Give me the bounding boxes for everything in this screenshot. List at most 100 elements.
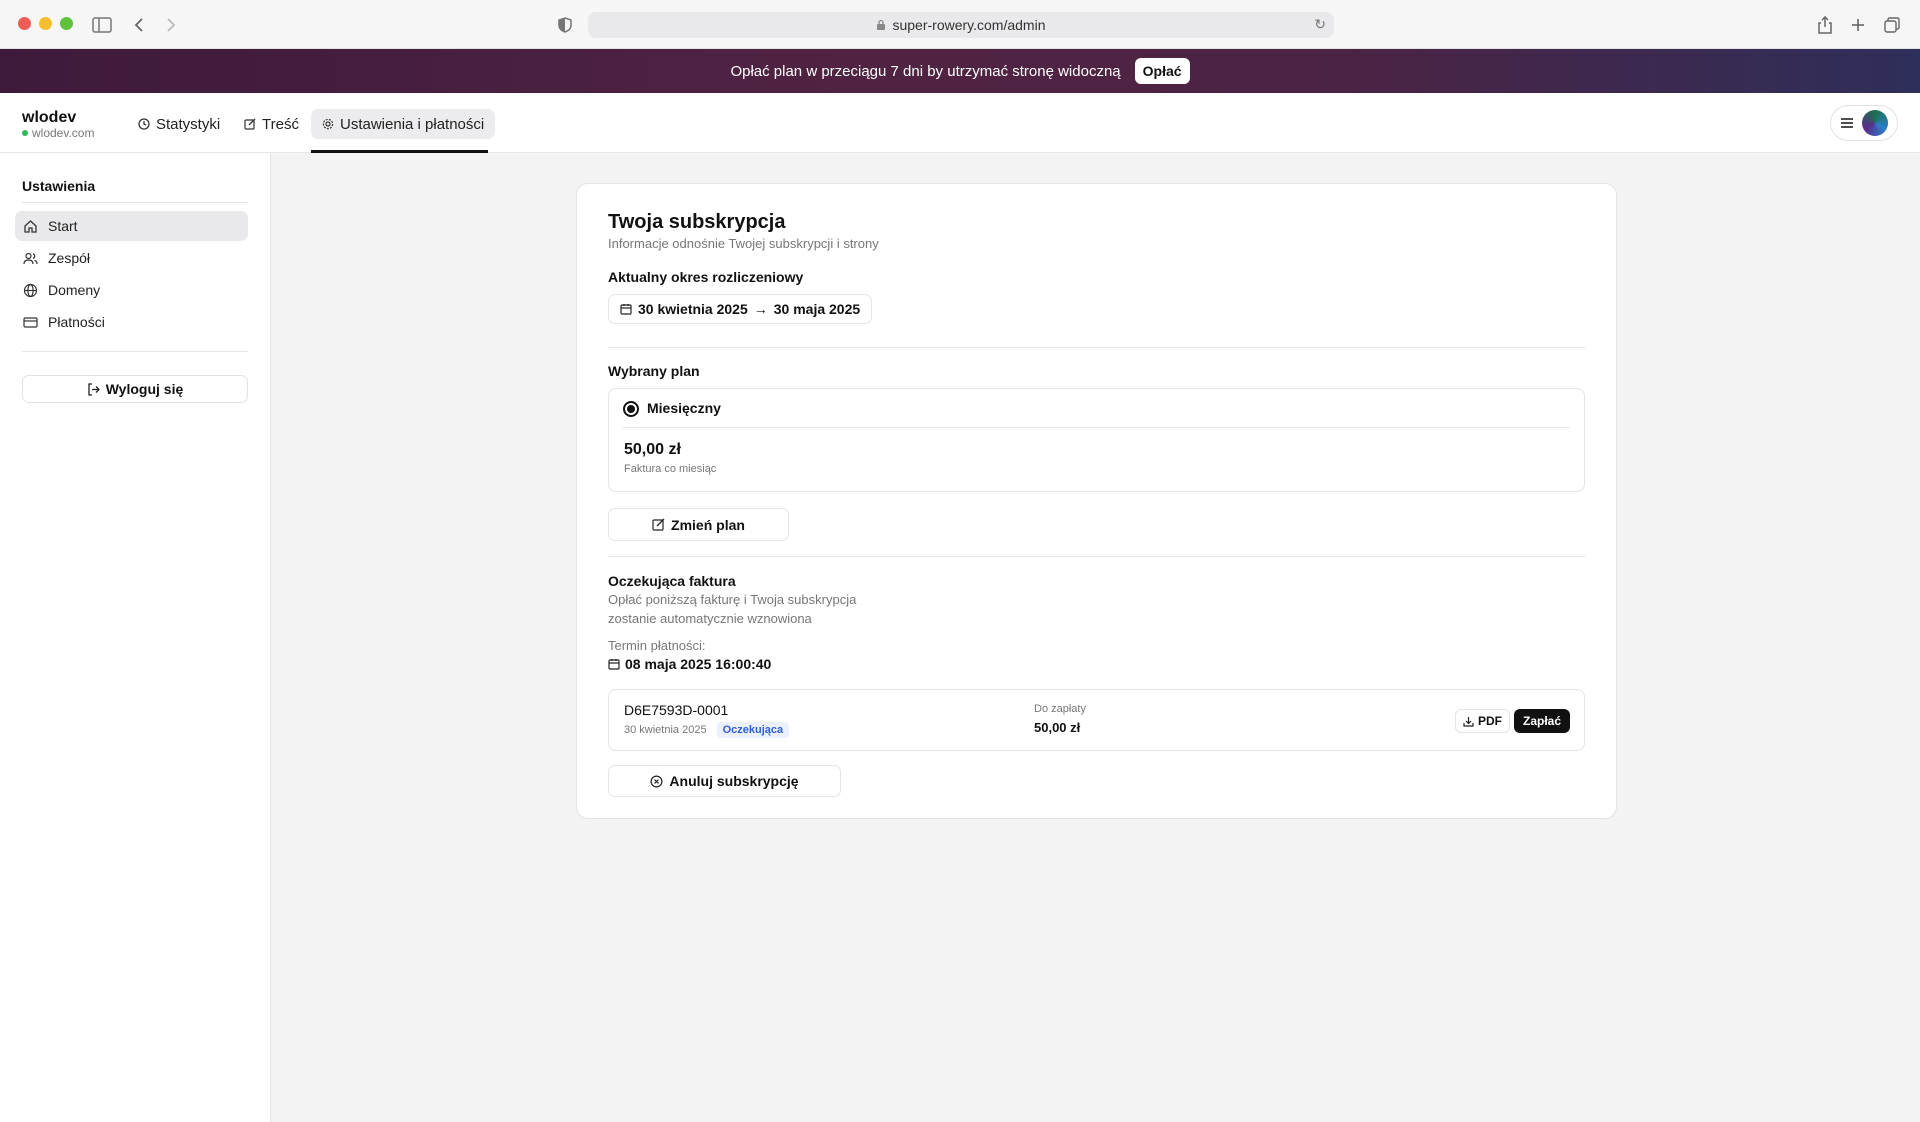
sidebar-divider [22, 202, 248, 203]
home-icon [24, 219, 37, 233]
tab-label: Statystyki [156, 115, 221, 133]
address-bar[interactable]: super-rowery.com/admin ↻ [588, 12, 1334, 38]
sidebar-heading: Ustawienia [22, 178, 96, 194]
sidebar-divider [22, 351, 248, 352]
sidebar-item-label: Start [48, 218, 78, 234]
plan-option[interactable]: Miesięczny 50,00 zł Faktura co miesiąc [608, 388, 1585, 492]
window-controls [18, 17, 73, 30]
plan-divider [623, 427, 1570, 428]
tab-overview-icon[interactable] [1880, 13, 1904, 37]
download-icon [1463, 716, 1474, 727]
users-icon [23, 252, 38, 264]
download-pdf-button[interactable]: PDF [1455, 709, 1510, 733]
amount-due: 50,00 zł [1034, 720, 1081, 735]
user-menu-button[interactable] [1830, 105, 1898, 141]
period-start: 30 kwietnia 2025 [638, 301, 748, 317]
settings-sidebar: Ustawienia Start Zespół Domeny Płatności… [0, 153, 271, 1122]
arrow-right-icon: → [753, 301, 768, 317]
forward-icon[interactable] [159, 13, 183, 37]
plan-radio-selected[interactable] [623, 401, 639, 417]
change-plan-label: Zmień plan [671, 516, 745, 533]
cancel-subscription-label: Anuluj subskrypcję [669, 773, 799, 789]
due-date-value: 08 maja 2025 16:00:40 [625, 656, 772, 672]
pdf-label: PDF [1478, 714, 1502, 728]
tab-label: Ustawienia i płatności [340, 115, 485, 133]
tab-tresc[interactable]: Treść [233, 109, 310, 139]
billing-period-label: Aktualny okres rozliczeniowy [608, 269, 804, 285]
invoice-meta: 30 kwietnia 2025 Oczekująca [624, 722, 790, 738]
site-status-dot [22, 130, 28, 136]
invoice-date: 30 kwietnia 2025 [624, 724, 707, 736]
section-divider [608, 347, 1585, 348]
logout-icon [88, 382, 100, 396]
logout-button[interactable]: Wyloguj się [22, 375, 248, 403]
plan-note: Faktura co miesiąc [624, 463, 717, 475]
avatar [1862, 110, 1888, 136]
invoice-row: D6E7593D-0001 30 kwietnia 2025 Oczekując… [608, 689, 1585, 751]
sidebar-item-start[interactable]: Start [15, 211, 248, 241]
logout-label: Wyloguj się [105, 381, 184, 397]
active-tab-indicator [311, 150, 488, 153]
pay-invoice-button[interactable]: Zapłać [1513, 709, 1570, 733]
share-icon[interactable] [1813, 13, 1837, 37]
site-name: wlodev [22, 109, 77, 126]
browser-toolbar: super-rowery.com/admin ↻ [0, 0, 1920, 49]
due-date-label: Termin płatności: [608, 638, 706, 653]
new-tab-icon[interactable] [1846, 13, 1870, 37]
period-end: 30 maja 2025 [773, 301, 861, 317]
pending-invoice-label: Oczekująca faktura [608, 573, 736, 589]
lock-icon [877, 19, 886, 30]
sidebar-item-label: Zespół [48, 250, 91, 266]
minimize-window-button[interactable] [39, 17, 52, 30]
site-switcher[interactable]: wlodev wlodev.com [22, 109, 94, 140]
calendar-icon [608, 659, 620, 670]
page-title: Twoja subskrypcja [608, 211, 786, 233]
sidebar-item-label: Domeny [48, 282, 101, 298]
page-subtitle: Informacje odnośnie Twojej subskrypcji i… [608, 236, 879, 251]
selected-plan-label: Wybrany plan [608, 363, 700, 379]
sidebar-item-label: Płatności [48, 314, 105, 330]
tab-ustawienia-i-platnosci[interactable]: Ustawienia i płatności [311, 109, 496, 139]
close-window-button[interactable] [18, 17, 31, 30]
site-url: wlodev.com [22, 126, 94, 140]
sidebar-item-platnosci[interactable]: Płatności [15, 307, 248, 337]
shield-icon[interactable] [553, 13, 577, 37]
sidebar-item-zespol[interactable]: Zespół [15, 243, 248, 273]
back-icon[interactable] [127, 13, 151, 37]
subscription-card: Twoja subskrypcja Informacje odnośnie Tw… [576, 183, 1617, 819]
reload-icon[interactable]: ↻ [1314, 16, 1326, 33]
sidebar-toggle-icon[interactable] [90, 13, 114, 37]
banner-pay-button[interactable]: Opłać [1134, 58, 1190, 84]
plan-name: Miesięczny [647, 400, 721, 416]
gear-icon [322, 118, 334, 130]
maximize-window-button[interactable] [60, 17, 73, 30]
credit-card-icon [23, 316, 38, 328]
due-date: 08 maja 2025 16:00:40 [608, 656, 771, 672]
invoice-id: D6E7593D-0001 [624, 702, 729, 718]
sidebar-item-domeny[interactable]: Domeny [15, 275, 248, 305]
calendar-icon [620, 304, 632, 315]
status-badge: Oczekująca [716, 722, 790, 738]
edit-icon [652, 518, 665, 531]
site-url-text: wlodev.com [32, 126, 95, 140]
billing-period-range: 30 kwietnia 2025 → 30 maja 2025 [608, 294, 873, 324]
pending-invoice-description-1: Opłać poniższą fakturę i Twoja subskrypc… [608, 592, 857, 607]
pending-invoice-description-2: zostanie automatycznie wznowiona [608, 611, 812, 626]
top-navigation: wlodev wlodev.com Statystyki Treść Ustaw… [0, 93, 1920, 153]
change-plan-button[interactable]: Zmień plan [608, 508, 789, 541]
pay-label: Zapłać [1522, 714, 1561, 728]
plan-price: 50,00 zł [624, 441, 681, 458]
hamburger-menu-icon [1841, 118, 1853, 128]
banner-text: Opłać plan w przeciągu 7 dni by utrzymać… [730, 62, 1121, 80]
payment-reminder-banner: Opłać plan w przeciągu 7 dni by utrzymać… [0, 49, 1920, 93]
section-divider [608, 556, 1585, 557]
clock-icon [138, 118, 150, 130]
cancel-subscription-button[interactable]: Anuluj subskrypcję [608, 765, 841, 797]
url-text: super-rowery.com/admin [892, 17, 1046, 33]
tab-label: Treść [262, 115, 299, 133]
cancel-circle-icon [650, 774, 663, 788]
globe-icon [23, 283, 38, 297]
tab-statystyki[interactable]: Statystyki [127, 109, 231, 139]
amount-due-label: Do zapłaty [1034, 703, 1086, 715]
edit-icon [244, 118, 256, 130]
